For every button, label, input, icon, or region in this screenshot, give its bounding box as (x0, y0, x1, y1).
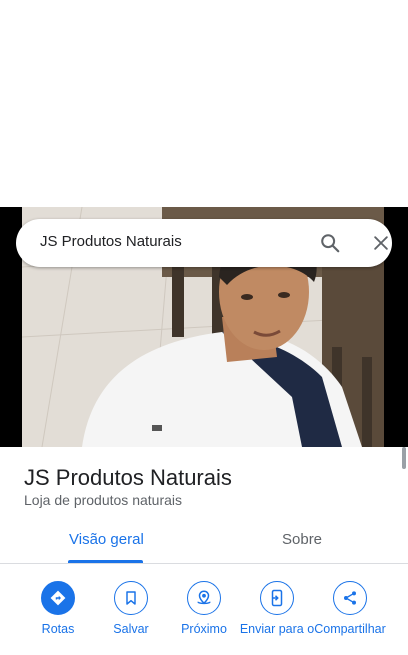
share-button[interactable]: Compartilhar (310, 581, 390, 655)
tab-about[interactable]: Sobre (282, 531, 322, 548)
search-icon[interactable] (319, 232, 341, 254)
tabs-divider (0, 563, 408, 564)
place-title: JS Produtos Naturais (24, 465, 232, 490)
nearby-label: Próximo (181, 622, 227, 636)
search-input[interactable]: JS Produtos Naturais (40, 219, 182, 267)
share-icon (333, 581, 367, 615)
save-button[interactable]: Salvar (91, 581, 171, 655)
close-icon[interactable] (371, 233, 391, 253)
tab-overview[interactable]: Visão geral (69, 531, 144, 548)
search-bar[interactable]: JS Produtos Naturais (16, 219, 392, 267)
save-label: Salvar (113, 622, 149, 636)
directions-icon (41, 581, 75, 615)
send-to-phone-button[interactable]: Enviar para o (237, 581, 317, 655)
share-label: Compartilhar (314, 622, 386, 636)
nearby-button[interactable]: Próximo (164, 581, 244, 655)
bookmark-icon (114, 581, 148, 615)
place-info-panel: JS Produtos Naturais Loja de produtos na… (0, 447, 408, 654)
nearby-icon (187, 581, 221, 615)
scrollbar[interactable] (402, 447, 406, 469)
send-to-phone-icon (260, 581, 294, 615)
blank-area (0, 0, 408, 207)
send-to-phone-label: Enviar para o (239, 622, 315, 636)
directions-button[interactable]: Rotas (18, 581, 98, 655)
directions-label: Rotas (41, 622, 75, 636)
place-category[interactable]: Loja de produtos naturais (24, 492, 182, 508)
